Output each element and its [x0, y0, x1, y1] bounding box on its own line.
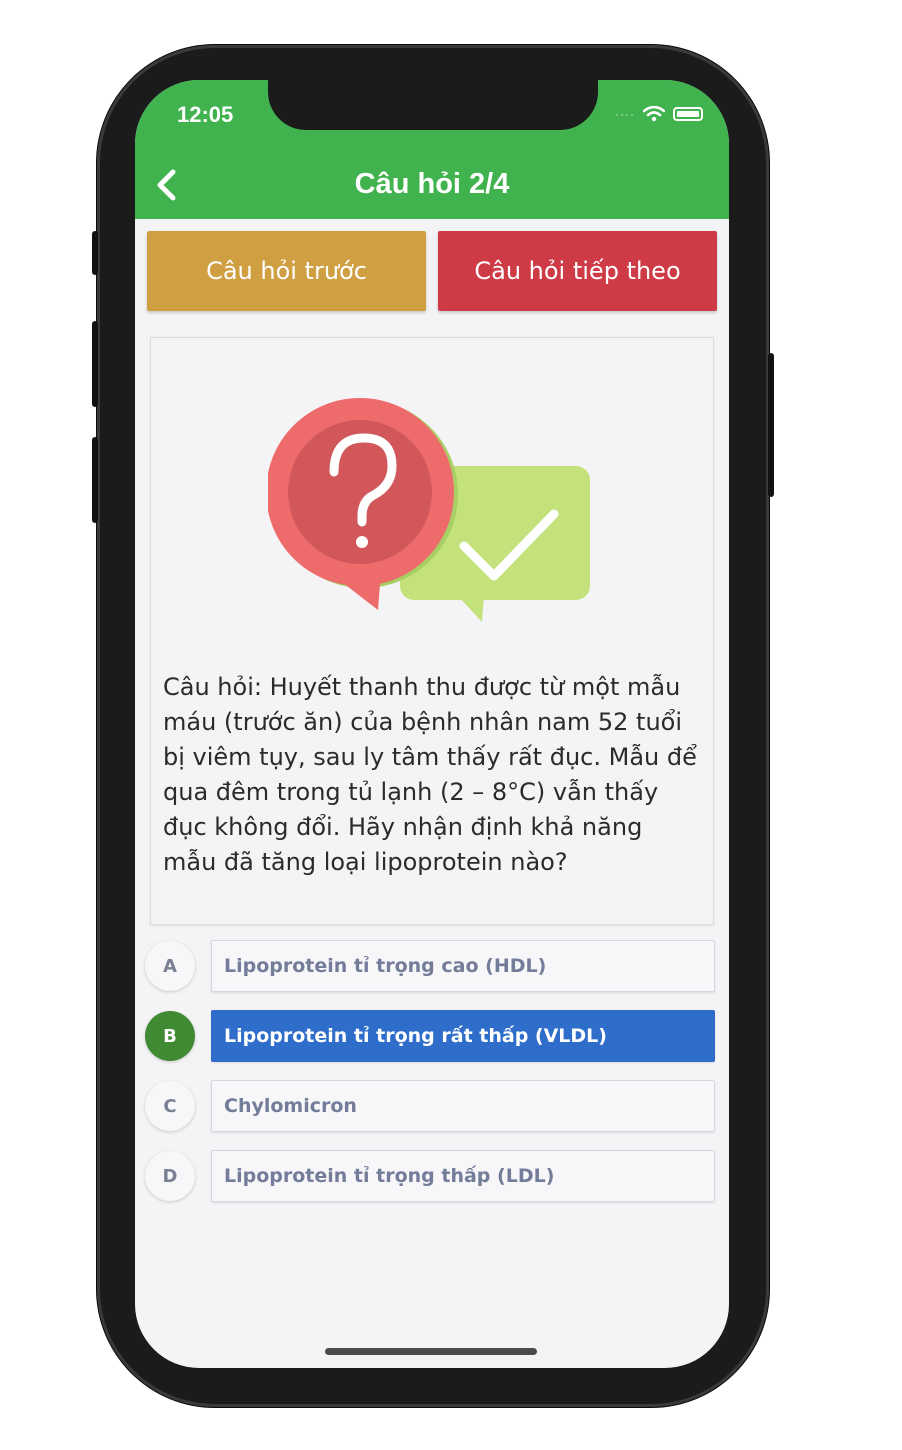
option-letter[interactable]: C: [145, 1081, 195, 1131]
page-title: Câu hỏi 2/4: [354, 168, 510, 200]
volume-down-button: [92, 437, 98, 523]
next-question-button[interactable]: Câu hỏi tiếp theo: [438, 231, 717, 311]
notch: [268, 80, 598, 130]
status-icons: ····: [615, 106, 703, 122]
option-text[interactable]: Lipoprotein tỉ trọng rất thấp (VLDL): [211, 1010, 715, 1062]
option-c[interactable]: C Chylomicron: [145, 1080, 719, 1132]
previous-question-button[interactable]: Câu hỏi trước: [147, 231, 426, 311]
option-letter[interactable]: A: [145, 941, 195, 991]
power-button: [768, 353, 774, 497]
question-text: Câu hỏi: Huyết thanh thu được từ một mẫu…: [163, 673, 697, 876]
signal-icon: ····: [615, 107, 635, 121]
option-a[interactable]: A Lipoprotein tỉ trọng cao (HDL): [145, 940, 719, 992]
silent-switch: [92, 231, 98, 275]
home-indicator[interactable]: [325, 1348, 537, 1355]
option-text[interactable]: Chylomicron: [211, 1080, 715, 1132]
battery-icon: [673, 107, 703, 121]
screen: 12:05 ···· Câu hỏi 2/4 Câu hỏi trước Câu…: [135, 80, 729, 1368]
option-text[interactable]: Lipoprotein tỉ trọng thấp (LDL): [211, 1150, 715, 1202]
option-b[interactable]: B Lipoprotein tỉ trọng rất thấp (VLDL): [145, 1010, 719, 1062]
option-text[interactable]: Lipoprotein tỉ trọng cao (HDL): [211, 940, 715, 992]
option-letter[interactable]: D: [145, 1151, 195, 1201]
option-d[interactable]: D Lipoprotein tỉ trọng thấp (LDL): [145, 1150, 719, 1202]
question-answer-illustration: [268, 398, 590, 622]
option-letter[interactable]: B: [145, 1011, 195, 1061]
volume-up-button: [92, 321, 98, 407]
question-card: Câu hỏi: Huyết thanh thu được từ một mẫu…: [150, 337, 714, 925]
wifi-icon: [643, 106, 665, 122]
status-time: 12:05: [177, 102, 234, 127]
